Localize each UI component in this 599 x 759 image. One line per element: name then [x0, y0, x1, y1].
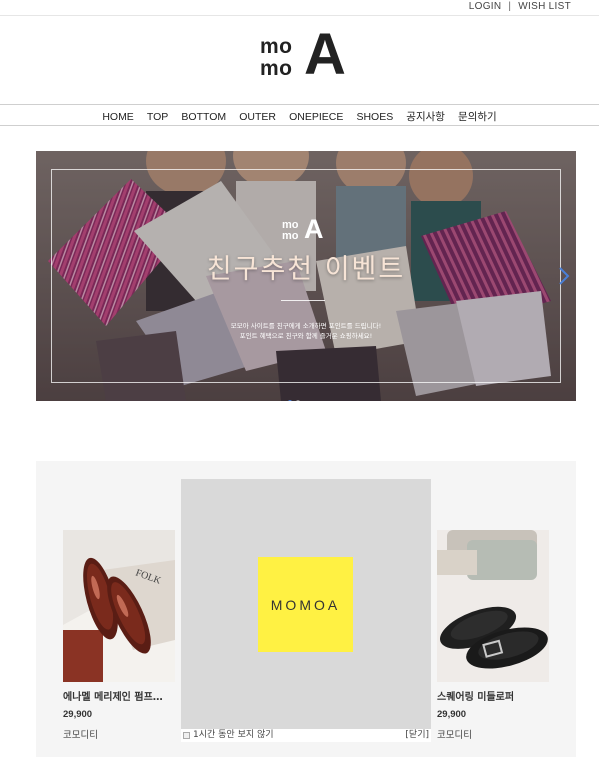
- nav-item-onepiece[interactable]: ONEPIECE: [289, 107, 343, 127]
- popup-brand-box[interactable]: MOMOA: [258, 557, 353, 652]
- popup-close-button[interactable]: [닫기]: [405, 729, 429, 742]
- nav-item-shoes[interactable]: SHOES: [356, 107, 393, 127]
- logo-text-line2: mo: [260, 57, 293, 80]
- product-brand: 코모디티: [437, 730, 472, 741]
- site-logo[interactable]: mo mo A: [260, 26, 356, 86]
- product-card[interactable]: FOLK 에나멜 메리제인 펌프… 29,900 코모디티: [63, 530, 175, 741]
- banner-dot-2[interactable]: [296, 400, 300, 401]
- chevron-right-icon[interactable]: [558, 266, 570, 286]
- banner-logo-line2: mo: [282, 230, 299, 242]
- banner-pagination: [286, 389, 302, 401]
- nav-item-notice[interactable]: 공지사항: [406, 107, 445, 127]
- product-name[interactable]: 스퀘어링 미들로퍼: [437, 688, 549, 703]
- product-price: 29,900: [63, 709, 93, 720]
- product-brand: 코모디티: [63, 730, 98, 741]
- hide-checkbox[interactable]: [183, 732, 190, 739]
- nav-item-outer[interactable]: OUTER: [239, 107, 276, 127]
- banner-headline: 친구추천 이벤트: [206, 254, 406, 285]
- nav-item-top[interactable]: TOP: [147, 107, 168, 127]
- logo-big-letter: A: [304, 22, 346, 87]
- product-card[interactable]: 스퀘어링 미들로퍼 29,900 코모디티: [437, 530, 549, 741]
- popup-footer: 1시간 동안 보지 않기 [닫기]: [181, 729, 431, 742]
- loafer-shoes-image: [437, 530, 549, 682]
- banner-description: 모모아 사이트를 친구에게 소개하면 포인트를 드립니다! 포인트 혜택으로 친…: [36, 321, 576, 341]
- top-links-separator: |: [508, 1, 512, 12]
- nav-item-inquiry[interactable]: 문의하기: [458, 107, 497, 127]
- logo-text-line1: mo: [260, 35, 293, 58]
- banner-divider: [281, 300, 325, 301]
- wishlist-link[interactable]: WISH LIST: [518, 1, 571, 12]
- banner-description-line2: 포인트 혜택으로 친구와 함께 즐거운 쇼핑하세요!: [239, 332, 373, 340]
- product-image[interactable]: [437, 530, 549, 682]
- login-link[interactable]: LOGIN: [469, 1, 502, 12]
- promo-popup: MOMOA 1시간 동안 보지 않기 [닫기]: [181, 479, 431, 742]
- product-name[interactable]: 에나멜 메리제인 펌프…: [63, 688, 175, 703]
- banner-logo-big-letter: A: [304, 214, 324, 244]
- nav-item-home[interactable]: HOME: [102, 107, 134, 127]
- popup-brand-text: MOMOA: [270, 596, 341, 613]
- product-image[interactable]: FOLK: [63, 530, 175, 682]
- hide-for-hour-label[interactable]: 1시간 동안 보지 않기: [193, 729, 274, 742]
- nav-item-bottom[interactable]: BOTTOM: [181, 107, 226, 127]
- banner-logo: mo mo A: [282, 214, 326, 244]
- top-links: LOGIN | WISH LIST: [469, 1, 571, 12]
- top-utility-bar: LOGIN | WISH LIST: [0, 0, 599, 16]
- product-price: 29,900: [437, 709, 467, 720]
- main-nav: HOME TOP BOTTOM OUTER ONEPIECE SHOES 공지사…: [0, 104, 599, 126]
- banner-description-line1: 모모아 사이트를 친구에게 소개하면 포인트를 드립니다!: [230, 322, 382, 330]
- banner-dot-1[interactable]: [288, 400, 292, 401]
- hero-banner[interactable]: mo mo A 친구추천 이벤트 모모아 사이트를 친구에게 소개하면 포인트를…: [36, 151, 576, 401]
- enamel-shoes-image: FOLK: [63, 530, 175, 682]
